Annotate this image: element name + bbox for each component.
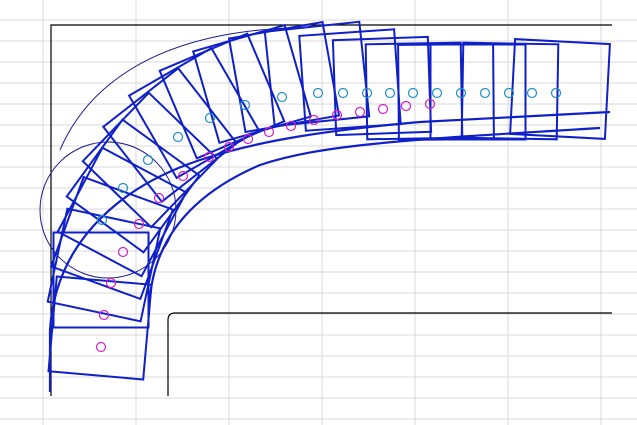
front-marker bbox=[172, 131, 184, 143]
swept-rectangle bbox=[397, 43, 495, 141]
diagram-canvas bbox=[0, 0, 637, 425]
rear-marker bbox=[377, 103, 389, 115]
background-grid bbox=[0, 0, 637, 425]
front-marker bbox=[142, 154, 154, 166]
inner-envelope-arc bbox=[48, 110, 611, 392]
swept-rectangle bbox=[127, 46, 261, 180]
rear-marker bbox=[400, 100, 412, 112]
swept-rectangle bbox=[331, 35, 433, 137]
front-marker bbox=[276, 91, 288, 103]
rear-marker bbox=[95, 341, 107, 353]
front-marker bbox=[526, 87, 538, 99]
inner-wall bbox=[167, 312, 612, 396]
front-marker bbox=[431, 87, 443, 99]
rear-marker bbox=[117, 246, 129, 258]
turning-path-diagram bbox=[0, 0, 637, 425]
rectangle-sweep bbox=[46, 20, 611, 381]
front-marker bbox=[384, 87, 396, 99]
rear-marker bbox=[105, 277, 117, 289]
front-marker bbox=[479, 87, 491, 99]
front-marker bbox=[550, 87, 562, 99]
front-marker bbox=[407, 87, 419, 99]
front-marker bbox=[337, 87, 349, 99]
front-marker bbox=[312, 87, 324, 99]
rear-marker bbox=[354, 106, 366, 118]
swept-rectangle bbox=[158, 32, 286, 160]
